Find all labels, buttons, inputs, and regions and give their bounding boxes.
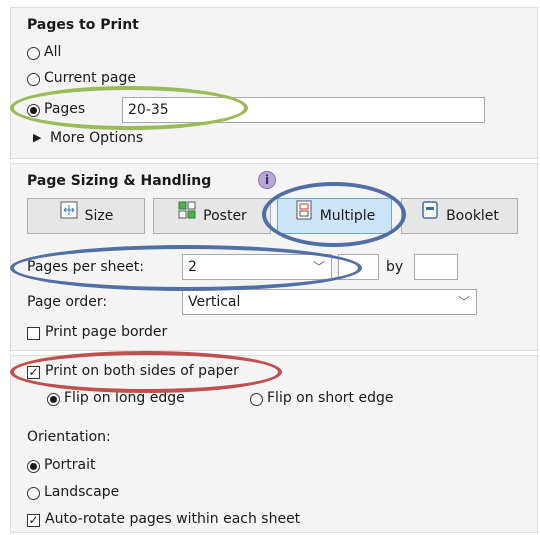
size-button[interactable]: Size [27,198,145,234]
radio-current-page[interactable] [27,73,40,86]
page-sizing-heading: Page Sizing & Handling [27,173,212,189]
chevron-down-icon: ﹀ [457,295,470,309]
poster-button-label: Poster [203,208,247,224]
radio-current-page-label: Current page [44,70,136,86]
radio-pages[interactable] [27,104,40,117]
chevron-down-icon: ﹀ [312,260,325,274]
print-page-border-label: Print page border [45,324,168,340]
by-label: by [386,259,404,275]
more-options-link[interactable]: More Options [50,130,143,146]
radio-flip-short-edge[interactable] [250,393,263,406]
multiple-button[interactable]: Multiple [277,198,392,234]
page-order-label: Page order: [27,294,108,310]
orientation-label: Orientation: [27,429,111,445]
portrait-label: Portrait [44,457,96,473]
radio-portrait[interactable] [27,460,40,473]
size-button-label: Size [84,208,114,224]
poster-button[interactable]: Poster [153,198,271,234]
page-order-value: Vertical [188,294,241,310]
more-options-triangle-icon[interactable]: ▶ [33,131,41,144]
booklet-icon [420,199,440,233]
radio-all[interactable] [27,47,40,60]
auto-rotate-label: Auto-rotate pages within each sheet [45,511,301,527]
multiple-button-label: Multiple [319,208,376,224]
print-page-border-checkbox[interactable] [27,327,40,340]
radio-landscape[interactable] [27,487,40,500]
print-both-sides-checkbox[interactable]: ✓ [27,366,40,379]
radio-all-label: All [44,44,62,60]
page-order-select[interactable]: Vertical ﹀ [182,289,477,315]
auto-rotate-checkbox[interactable]: ✓ [27,514,40,527]
flip-long-edge-label: Flip on long edge [64,390,185,406]
multiple-icon [294,199,314,233]
poster-icon [177,199,197,233]
pages-per-sheet-value: 2 [188,259,197,275]
size-icon [59,199,79,233]
landscape-label: Landscape [44,484,120,500]
radio-pages-label: Pages [44,101,86,117]
pages-per-sheet-columns-input[interactable] [338,254,379,280]
pages-per-sheet-select[interactable]: 2 ﹀ [182,254,332,280]
pages-per-sheet-label: Pages per sheet: [27,259,144,275]
booklet-button-label: Booklet [446,208,499,224]
flip-short-edge-label: Flip on short edge [267,390,394,406]
pages-per-sheet-rows-input[interactable] [414,254,458,280]
booklet-button[interactable]: Booklet [401,198,518,234]
print-both-sides-label: Print on both sides of paper [45,363,239,379]
radio-flip-long-edge[interactable] [47,393,60,406]
pages-range-input[interactable]: 20-35 [122,97,485,123]
info-icon[interactable]: i [258,171,276,189]
pages-to-print-heading: Pages to Print [27,17,139,33]
